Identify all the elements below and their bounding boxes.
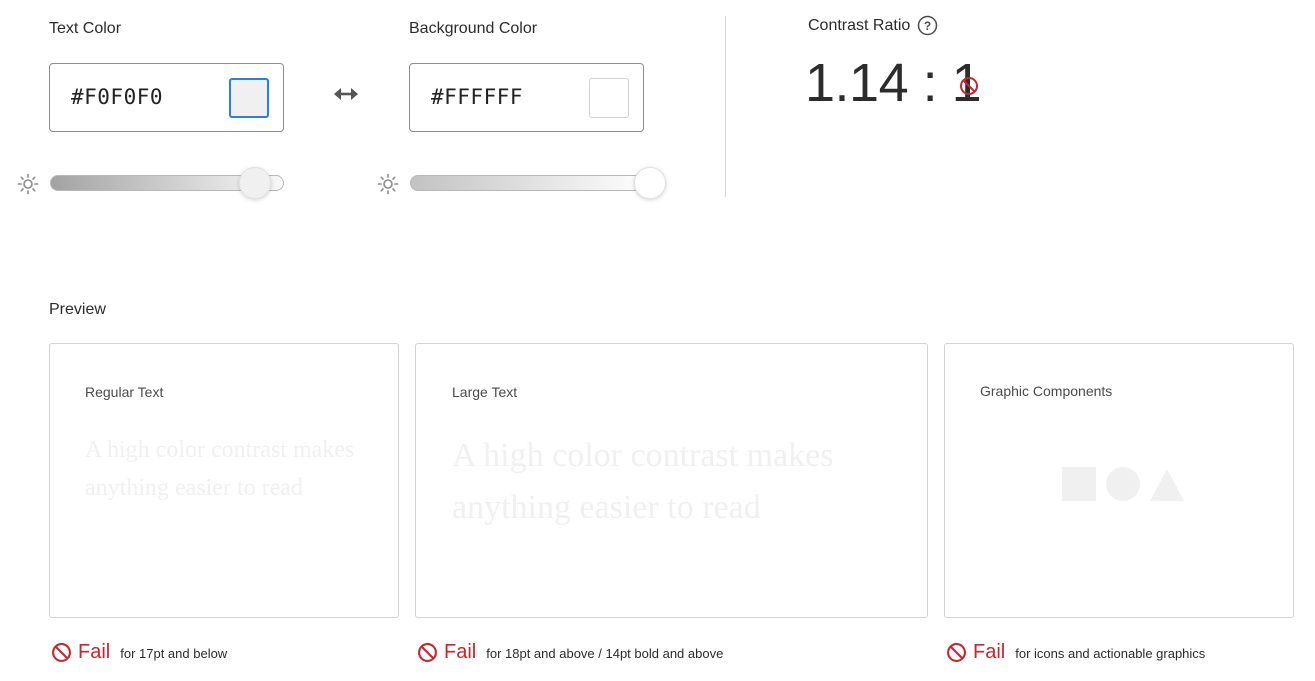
result-note: for 18pt and above / 14pt bold and above (486, 646, 724, 661)
circle-shape (1106, 467, 1140, 501)
text-color-swatch[interactable] (229, 78, 269, 118)
regular-text-result: Fail for 17pt and below (51, 641, 227, 664)
result-note: for 17pt and below (120, 646, 228, 661)
background-brightness-slider[interactable] (410, 175, 650, 191)
brightness-icon (17, 173, 39, 200)
background-color-label: Background Color (409, 20, 538, 37)
regular-text-sample: A high color contrast makes anything eas… (85, 437, 355, 501)
result-status: Fail (973, 641, 1006, 663)
graphic-components-card: Graphic Components (944, 343, 1294, 618)
regular-text-card: Regular Text A high color contrast makes… (49, 343, 399, 618)
large-text-title: Large Text (452, 384, 518, 400)
fail-icon (947, 643, 966, 662)
text-color-field[interactable]: #F0F0F0 (49, 63, 284, 132)
background-color-swatch[interactable] (589, 78, 629, 118)
preview-heading: Preview (49, 301, 106, 318)
large-text-sample: A high color contrast makes anything eas… (452, 437, 834, 526)
graphic-components-result: Fail for icons and actionable graphics (946, 641, 1205, 664)
square-shape (1062, 467, 1096, 501)
swap-arrows-icon[interactable] (333, 84, 359, 109)
triangle-shape (1150, 469, 1184, 506)
section-divider (725, 16, 726, 197)
result-status: Fail (444, 641, 477, 663)
fail-icon (959, 76, 979, 101)
fail-icon (52, 643, 71, 662)
graphic-components-title: Graphic Components (980, 383, 1113, 399)
large-text-result: Fail for 18pt and above / 14pt bold and … (417, 641, 723, 664)
text-brightness-handle[interactable] (239, 167, 271, 199)
background-brightness-handle[interactable] (634, 167, 666, 199)
result-status: Fail (78, 641, 111, 663)
brightness-icon (377, 173, 399, 200)
regular-text-title: Regular Text (85, 384, 164, 400)
text-color-input[interactable]: #F0F0F0 (71, 85, 163, 109)
text-color-label: Text Color (49, 20, 122, 37)
svg-text:?: ? (924, 19, 931, 33)
fail-icon (418, 643, 437, 662)
result-note: for icons and actionable graphics (1015, 646, 1206, 661)
large-text-card: Large Text A high color contrast makes a… (415, 343, 928, 618)
background-color-field[interactable]: #FFFFFF (409, 63, 644, 132)
contrast-ratio-label: Contrast Ratio (808, 17, 911, 34)
help-icon[interactable]: ? (917, 15, 938, 41)
background-color-input[interactable]: #FFFFFF (431, 85, 523, 109)
contrast-ratio-value: 1.14 : 1 (805, 53, 982, 113)
